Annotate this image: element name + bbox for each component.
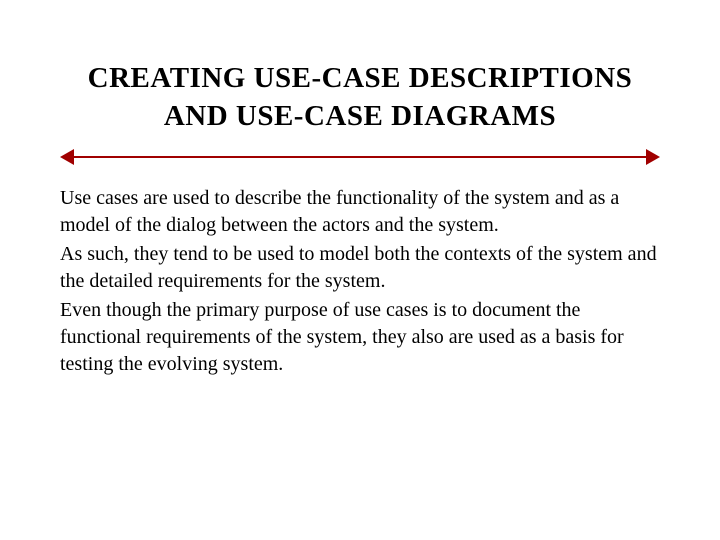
paragraph: Even though the primary purpose of use c… — [60, 297, 660, 378]
arrow-right-icon — [646, 149, 660, 165]
slide: CREATING USE-CASE DESCRIPTIONS AND USE-C… — [0, 0, 720, 540]
paragraph: As such, they tend to be used to model b… — [60, 241, 660, 295]
body-text: Use cases are used to describe the funct… — [60, 185, 660, 378]
divider-line — [68, 156, 652, 158]
divider — [60, 149, 660, 165]
slide-title: CREATING USE-CASE DESCRIPTIONS AND USE-C… — [60, 60, 660, 135]
paragraph: Use cases are used to describe the funct… — [60, 185, 660, 239]
